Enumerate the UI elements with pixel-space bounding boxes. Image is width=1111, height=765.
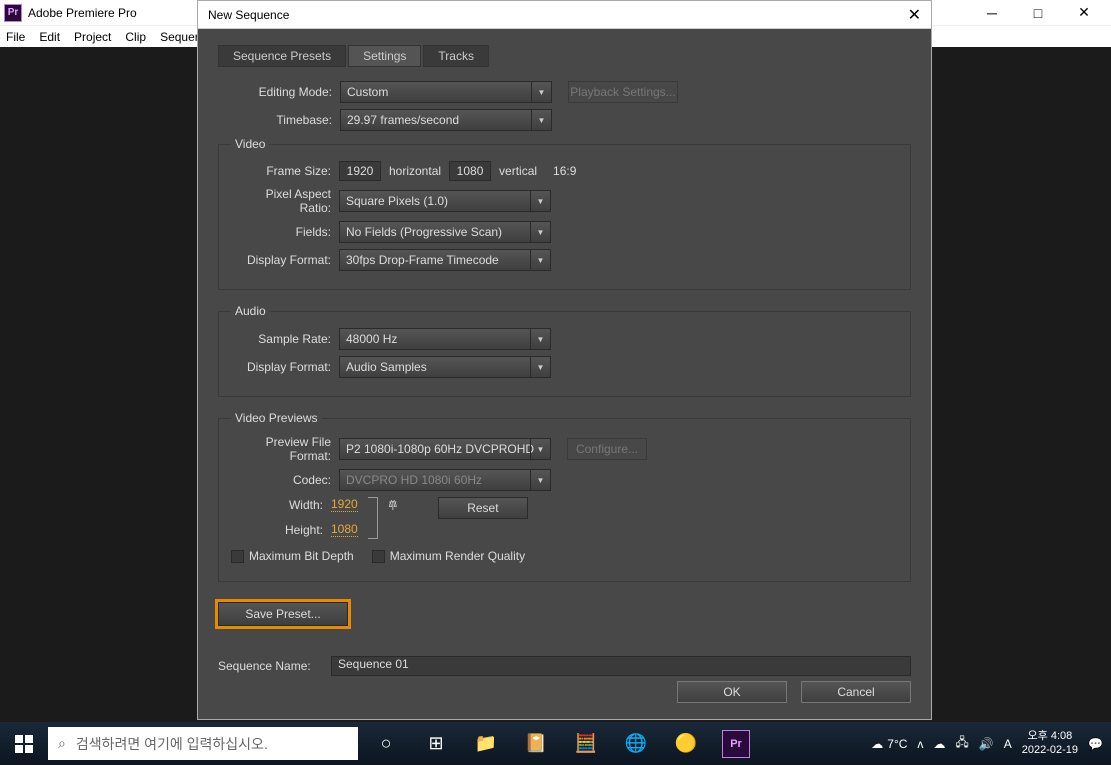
max-render-quality-checkbox[interactable]: [372, 550, 385, 563]
chevron-down-icon: ▼: [530, 357, 550, 377]
audio-legend: Audio: [231, 304, 270, 318]
video-legend: Video: [231, 137, 269, 151]
codec-label: Codec:: [231, 473, 339, 487]
chevron-down-icon: ▼: [530, 329, 550, 349]
menu-project[interactable]: Project: [74, 30, 111, 44]
windows-icon: [15, 735, 33, 753]
link-bracket: [368, 497, 378, 539]
task-view-icon[interactable]: ⊞: [422, 730, 450, 758]
audio-display-format-label: Display Format:: [231, 360, 339, 374]
dialog-body: Sequence Presets Settings Tracks Editing…: [198, 29, 931, 719]
preview-width-value[interactable]: 1920: [331, 497, 358, 512]
cancel-button[interactable]: Cancel: [801, 681, 911, 703]
save-preset-button[interactable]: Save Preset...: [218, 602, 348, 626]
timebase-dropdown[interactable]: 29.97 frames/second▼: [340, 109, 552, 131]
link-icon[interactable]: 𐄷: [388, 497, 398, 514]
playback-settings-button: Playback Settings...: [568, 81, 678, 103]
preview-width-label: Width:: [271, 498, 331, 512]
fields-label: Fields:: [231, 225, 339, 239]
search-icon: ⌕: [58, 735, 66, 752]
editing-mode-dropdown[interactable]: Custom▼: [340, 81, 552, 103]
menu-sequence[interactable]: Sequer: [160, 30, 199, 44]
preview-height-label: Height:: [271, 523, 331, 537]
frame-size-label: Frame Size:: [231, 164, 339, 178]
onedrive-icon[interactable]: ☁: [933, 737, 945, 751]
dialog-title: New Sequence: [208, 8, 908, 22]
video-group: Video Frame Size: 1920 horizontal 1080 v…: [218, 137, 911, 290]
menu-edit[interactable]: Edit: [39, 30, 60, 44]
aspect-ratio-display: 16:9: [545, 164, 584, 178]
chevron-down-icon: ▼: [531, 110, 551, 130]
minimize-button[interactable]: ─: [969, 0, 1015, 25]
close-button[interactable]: ✕: [1061, 0, 1107, 25]
configure-button: Configure...: [567, 438, 647, 460]
preview-file-format-dropdown[interactable]: P2 1080i-1080p 60Hz DVCPROHD▼: [339, 438, 551, 460]
max-bit-depth-label: Maximum Bit Depth: [249, 549, 362, 563]
preview-height-value[interactable]: 1080: [331, 522, 358, 537]
notifications-icon[interactable]: 💬: [1088, 737, 1103, 751]
video-display-format-label: Display Format:: [231, 253, 339, 267]
cortana-icon[interactable]: ○: [372, 730, 400, 758]
start-button[interactable]: [0, 722, 48, 765]
network-icon[interactable]: 🖧: [955, 733, 968, 754]
premiere-icon: Pr: [4, 4, 22, 22]
chevron-down-icon: ▼: [530, 439, 550, 459]
premiere-taskbar-icon[interactable]: Pr: [722, 730, 750, 758]
codec-dropdown: DVCPRO HD 1080i 60Hz▼: [339, 469, 551, 491]
tab-sequence-presets[interactable]: Sequence Presets: [218, 45, 346, 67]
taskbar-clock[interactable]: 오후 4:08 2022-02-19: [1022, 730, 1078, 756]
ime-indicator[interactable]: A: [1004, 737, 1012, 751]
ok-button[interactable]: OK: [677, 681, 787, 703]
par-dropdown[interactable]: Square Pixels (1.0)▼: [339, 190, 551, 212]
frame-width-input[interactable]: 1920: [339, 161, 381, 181]
max-bit-depth-checkbox[interactable]: [231, 550, 244, 563]
chevron-down-icon: ▼: [531, 82, 551, 102]
new-sequence-dialog: New Sequence ✕ Sequence Presets Settings…: [197, 0, 932, 720]
file-explorer-icon[interactable]: 📁: [472, 730, 500, 758]
tabs: Sequence Presets Settings Tracks: [218, 45, 911, 67]
chevron-down-icon: ▼: [530, 470, 550, 490]
timebase-label: Timebase:: [218, 113, 340, 127]
fields-dropdown[interactable]: No Fields (Progressive Scan)▼: [339, 221, 551, 243]
horizontal-label: horizontal: [381, 164, 449, 178]
chevron-down-icon: ▼: [530, 191, 550, 211]
search-placeholder: 검색하려면 여기에 입력하십시오.: [76, 734, 268, 754]
frame-height-input[interactable]: 1080: [449, 161, 491, 181]
taskbar: ⌕ 검색하려면 여기에 입력하십시오. ○ ⊞ 📁 📔 🧮 🌐 🟡 Pr ☁ 7…: [0, 722, 1111, 765]
menu-file[interactable]: File: [6, 30, 25, 44]
audio-display-format-dropdown[interactable]: Audio Samples▼: [339, 356, 551, 378]
chevron-down-icon: ▼: [530, 250, 550, 270]
weather-widget[interactable]: ☁ 7°C: [871, 737, 907, 751]
tab-settings[interactable]: Settings: [348, 45, 421, 67]
taskbar-search[interactable]: ⌕ 검색하려면 여기에 입력하십시오.: [48, 727, 358, 760]
audio-group: Audio Sample Rate: 48000 Hz▼ Display For…: [218, 304, 911, 397]
video-previews-group: Video Previews Preview File Format: P2 1…: [218, 411, 911, 582]
tab-tracks[interactable]: Tracks: [423, 45, 489, 67]
preview-file-format-label: Preview File Format:: [231, 435, 339, 463]
video-previews-legend: Video Previews: [231, 411, 322, 425]
tray-chevron-icon[interactable]: ʌ: [917, 737, 923, 751]
par-label: Pixel Aspect Ratio:: [231, 187, 339, 215]
dialog-titlebar: New Sequence ✕: [198, 1, 931, 29]
sequence-name-input[interactable]: Sequence 01: [331, 656, 911, 676]
sample-rate-dropdown[interactable]: 48000 Hz▼: [339, 328, 551, 350]
calculator-icon[interactable]: 🧮: [572, 730, 600, 758]
dialog-close-button[interactable]: ✕: [908, 5, 921, 25]
max-render-quality-label: Maximum Render Quality: [390, 549, 533, 563]
menu-clip[interactable]: Clip: [125, 30, 146, 44]
maximize-button[interactable]: □: [1015, 0, 1061, 25]
editing-mode-label: Editing Mode:: [218, 85, 340, 99]
chrome-icon[interactable]: 🟡: [672, 730, 700, 758]
reset-button[interactable]: Reset: [438, 497, 528, 519]
sequence-name-label: Sequence Name:: [218, 659, 331, 673]
notepad-icon[interactable]: 📔: [522, 730, 550, 758]
sample-rate-label: Sample Rate:: [231, 332, 339, 346]
vertical-label: vertical: [491, 164, 545, 178]
chevron-down-icon: ▼: [530, 222, 550, 242]
edge-icon[interactable]: 🌐: [622, 730, 650, 758]
video-display-format-dropdown[interactable]: 30fps Drop-Frame Timecode▼: [339, 249, 551, 271]
volume-icon[interactable]: 🔊: [979, 737, 994, 751]
